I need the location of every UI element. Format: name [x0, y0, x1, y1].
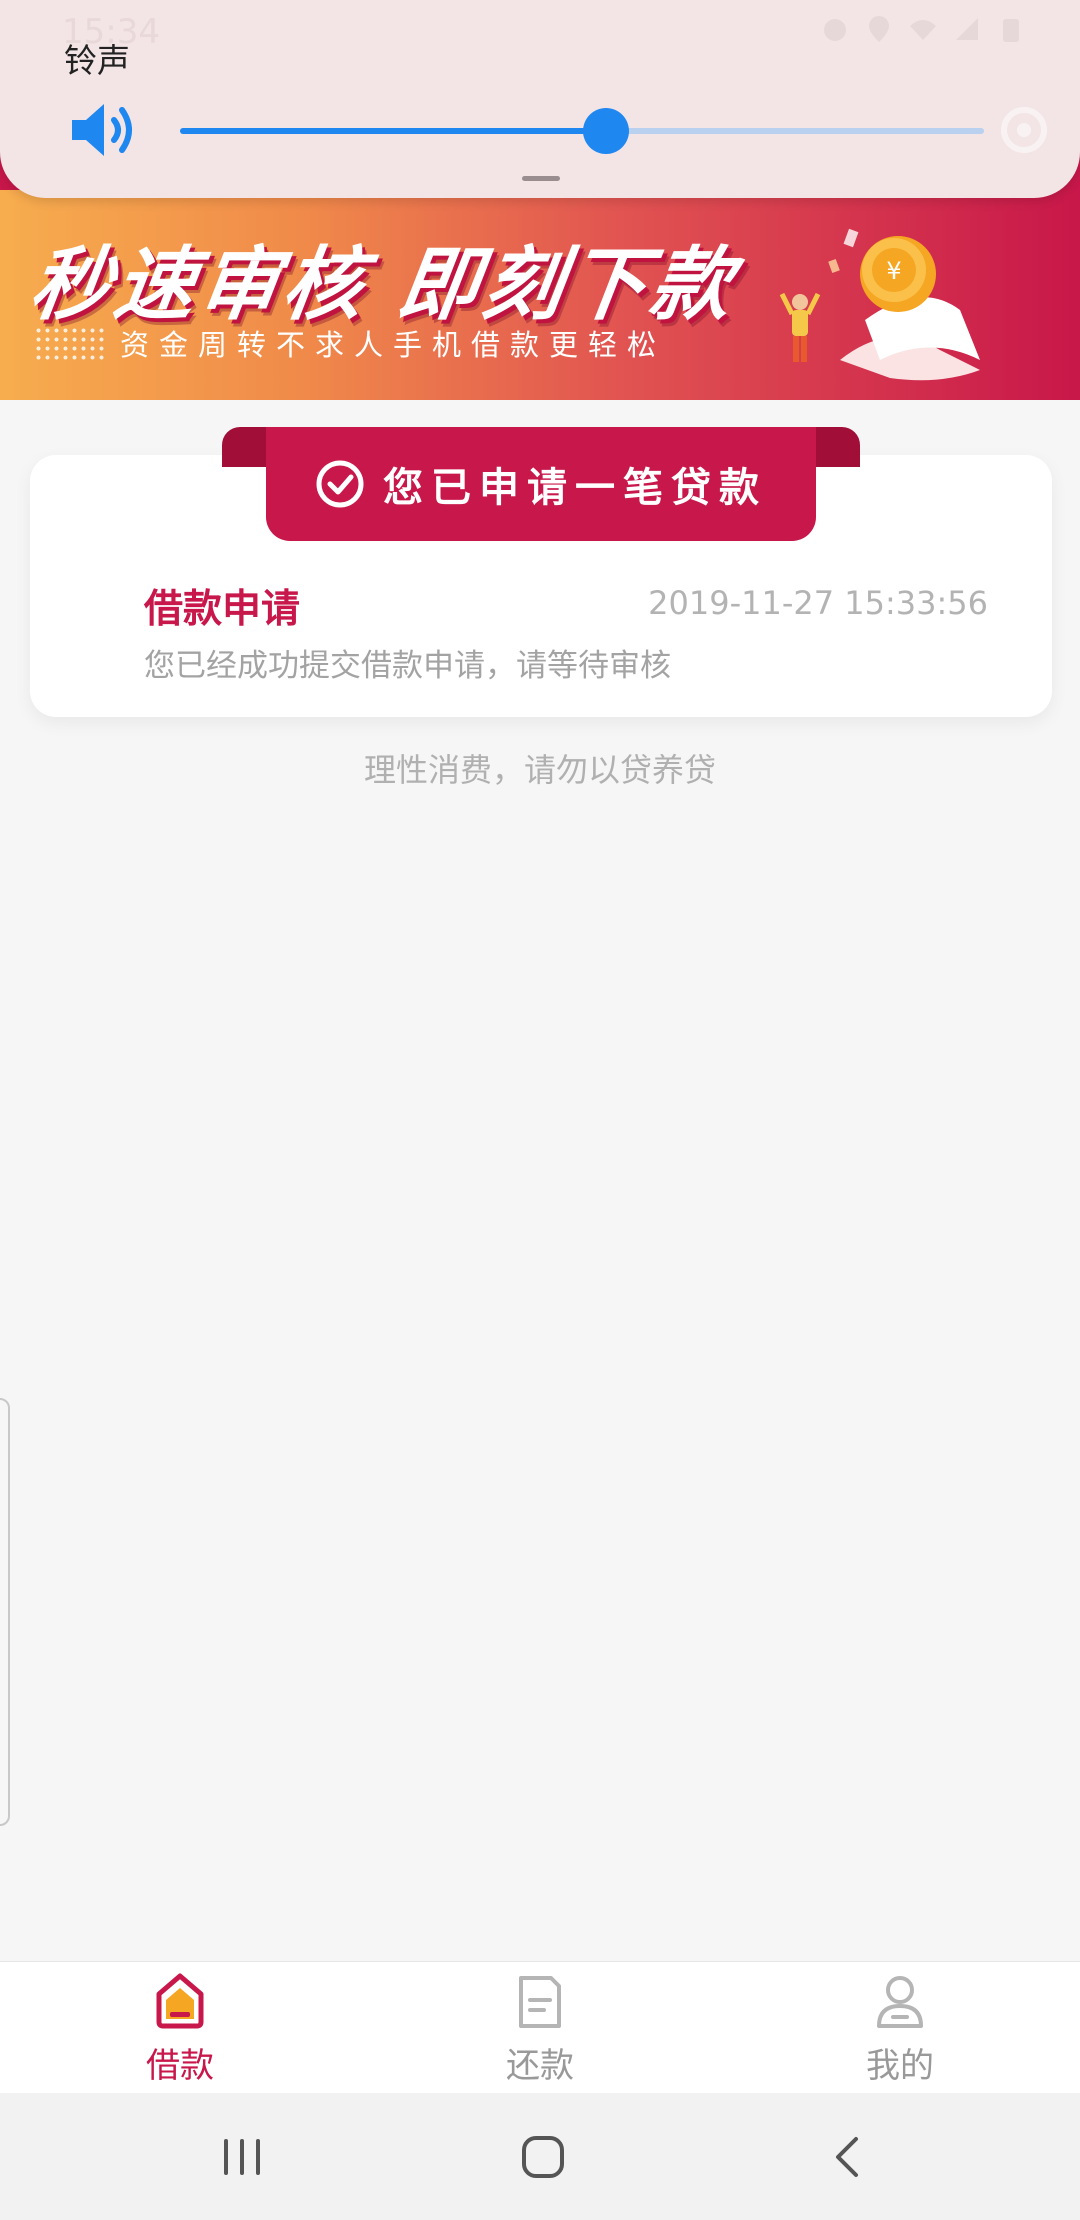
volume-panel[interactable]: 15:34 铃声	[0, 0, 1080, 198]
recent-apps-icon[interactable]	[212, 2127, 272, 2187]
speaker-icon[interactable]	[70, 100, 140, 160]
nav-label-loan: 借款	[146, 2046, 214, 2086]
banner-dots-decoration	[34, 326, 106, 362]
signal-4g-icon	[952, 14, 982, 44]
volume-settings-icon[interactable]	[994, 100, 1054, 160]
document-icon	[519, 1976, 561, 2028]
nav-item-mine[interactable]: 我的	[720, 1962, 1080, 2093]
application-title: 借款申请	[144, 587, 301, 632]
volume-slider[interactable]	[180, 108, 984, 154]
application-time: 2019-11-27 15:33:56	[648, 584, 988, 622]
nav-item-loan[interactable]: 借款	[0, 1962, 360, 2093]
home-icon	[156, 1973, 204, 2029]
wifi-icon	[908, 14, 938, 44]
nav-label-repay: 还款	[506, 2046, 574, 2086]
nav-item-repay[interactable]: 还款	[360, 1962, 720, 2093]
banner-title: 秒速审核 即刻下款	[24, 238, 742, 331]
nav-label-mine: 我的	[866, 2046, 934, 2086]
edge-panel-handle[interactable]	[0, 1398, 10, 1826]
status-bar: 15:34	[0, 0, 1080, 60]
svg-text:¥: ¥	[886, 257, 901, 285]
system-nav-bar	[0, 2093, 1080, 2220]
volume-label: 铃声	[64, 41, 130, 80]
location-icon	[864, 14, 894, 44]
status-icons	[820, 14, 1026, 44]
alarm-icon	[820, 14, 850, 44]
ribbon-text: 您已申请一笔贷款	[383, 465, 767, 511]
check-circle-icon	[316, 460, 364, 508]
banner-subtitle: 资金周转不求人手机借款更轻松	[120, 328, 667, 362]
volume-slider-fill	[180, 128, 607, 134]
battery-icon	[996, 14, 1026, 44]
notice-text: 理性消费，请勿以贷养贷	[363, 751, 716, 789]
panel-drag-handle[interactable]	[522, 176, 560, 181]
volume-slider-thumb[interactable]	[583, 108, 630, 154]
application-ribbon: 您已申请一笔贷款	[266, 427, 816, 541]
home-button-icon[interactable]	[513, 2127, 573, 2187]
bottom-nav: 借款 还款 我的	[0, 1961, 1080, 2093]
promo-banner[interactable]: 秒速审核 即刻下款 资金周转不求人手机借款更轻松 ¥	[0, 190, 1080, 400]
application-description: 您已经成功提交借款申请，请等待审核	[144, 648, 671, 684]
back-icon[interactable]	[818, 2127, 878, 2187]
coin-illustration-icon: ¥	[779, 228, 980, 381]
profile-icon	[877, 1976, 923, 2028]
